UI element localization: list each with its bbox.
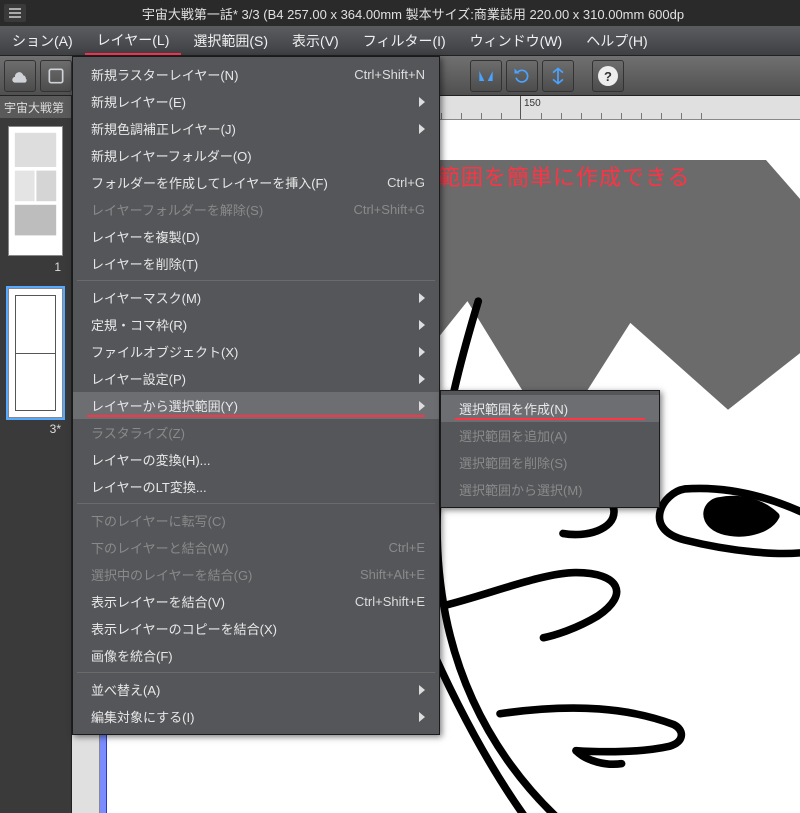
menu-item[interactable]: フォルダーを作成してレイヤーを挿入(F)Ctrl+G	[73, 169, 439, 196]
menu-フィルター(I)[interactable]: フィルター(I)	[351, 26, 458, 55]
toolbar-button-generic[interactable]	[40, 60, 72, 92]
menu-item[interactable]: レイヤー設定(P)	[73, 365, 439, 392]
submenu-item: 選択範囲を追加(A)	[441, 422, 659, 449]
menu-item[interactable]: 編集対象にする(I)	[73, 703, 439, 730]
submenu-item: 選択範囲から選択(M)	[441, 476, 659, 503]
toolbar-button-flip-h[interactable]	[470, 60, 502, 92]
window-title: 宇宙大戦第一話* 3/3 (B4 257.00 x 364.00mm 製本サイズ…	[30, 4, 796, 23]
layer-to-selection-submenu: 選択範囲を作成(N)選択範囲を追加(A)選択範囲を削除(S)選択範囲から選択(M…	[440, 390, 660, 508]
menu-item[interactable]: 画像を統合(F)	[73, 642, 439, 669]
menu-item[interactable]: 新規ラスターレイヤー(N)Ctrl+Shift+N	[73, 61, 439, 88]
toolbar-button-rotation[interactable]	[506, 60, 538, 92]
menu-item[interactable]: 表示レイヤーを結合(V)Ctrl+Shift+E	[73, 588, 439, 615]
menu-item: ラスタライズ(Z)	[73, 419, 439, 446]
pages-panel: 宇宙大戦第 1 3*	[0, 96, 72, 813]
submenu-item: 選択範囲を削除(S)	[441, 449, 659, 476]
file-tab[interactable]: 宇宙大戦第	[0, 96, 71, 118]
menu-item: 下のレイヤーに転写(C)	[73, 507, 439, 534]
page-number-1: 1	[0, 260, 71, 280]
page-thumbnail-1[interactable]	[8, 126, 63, 256]
menu-item[interactable]: 表示レイヤーのコピーを結合(X)	[73, 615, 439, 642]
menu-item[interactable]: 定規・コマ枠(R)	[73, 311, 439, 338]
menu-選択範囲(S)[interactable]: 選択範囲(S)	[181, 26, 280, 55]
help-button[interactable]: ?	[592, 60, 624, 92]
toolbar-button-fit[interactable]	[542, 60, 574, 92]
hamburger-icon[interactable]	[4, 4, 26, 22]
menu-ション(A)[interactable]: ション(A)	[0, 26, 85, 55]
menu-item[interactable]: 新規レイヤー(E)	[73, 88, 439, 115]
page-thumbnail-3[interactable]	[8, 288, 63, 418]
page-number-3: 3*	[0, 422, 71, 442]
layer-menu: 新規ラスターレイヤー(N)Ctrl+Shift+N新規レイヤー(E)新規色調補正…	[72, 56, 440, 735]
menu-item[interactable]: レイヤーマスク(M)	[73, 284, 439, 311]
menu-item: 選択中のレイヤーを結合(G)Shift+Alt+E	[73, 561, 439, 588]
submenu-item[interactable]: 選択範囲を作成(N)	[441, 395, 659, 422]
menu-ウィンドウ(W)[interactable]: ウィンドウ(W)	[458, 26, 575, 55]
menu-ヘルプ(H)[interactable]: ヘルプ(H)	[574, 26, 659, 55]
menu-item[interactable]: レイヤーの変換(H)...	[73, 446, 439, 473]
menu-item[interactable]: 新規色調補正レイヤー(J)	[73, 115, 439, 142]
menu-item: 下のレイヤーと結合(W)Ctrl+E	[73, 534, 439, 561]
help-icon: ?	[598, 66, 618, 86]
menu-item[interactable]: 新規レイヤーフォルダー(O)	[73, 142, 439, 169]
menu-レイヤー(L)[interactable]: レイヤー(L)	[85, 26, 182, 55]
menu-item[interactable]: レイヤーを複製(D)	[73, 223, 439, 250]
menu-item[interactable]: レイヤーのLT変換...	[73, 473, 439, 500]
title-bar: 宇宙大戦第一話* 3/3 (B4 257.00 x 364.00mm 製本サイズ…	[0, 0, 800, 26]
toolbar-button-cloud[interactable]	[4, 60, 36, 92]
menu-bar: ション(A)レイヤー(L)選択範囲(S)表示(V)フィルター(I)ウィンドウ(W…	[0, 26, 800, 56]
menu-item[interactable]: 並べ替え(A)	[73, 676, 439, 703]
menu-表示(V)[interactable]: 表示(V)	[280, 26, 351, 55]
menu-item[interactable]: レイヤーを削除(T)	[73, 250, 439, 277]
menu-item[interactable]: レイヤーから選択範囲(Y)	[73, 392, 439, 419]
menu-item: レイヤーフォルダーを解除(S)Ctrl+Shift+G	[73, 196, 439, 223]
menu-item[interactable]: ファイルオブジェクト(X)	[73, 338, 439, 365]
